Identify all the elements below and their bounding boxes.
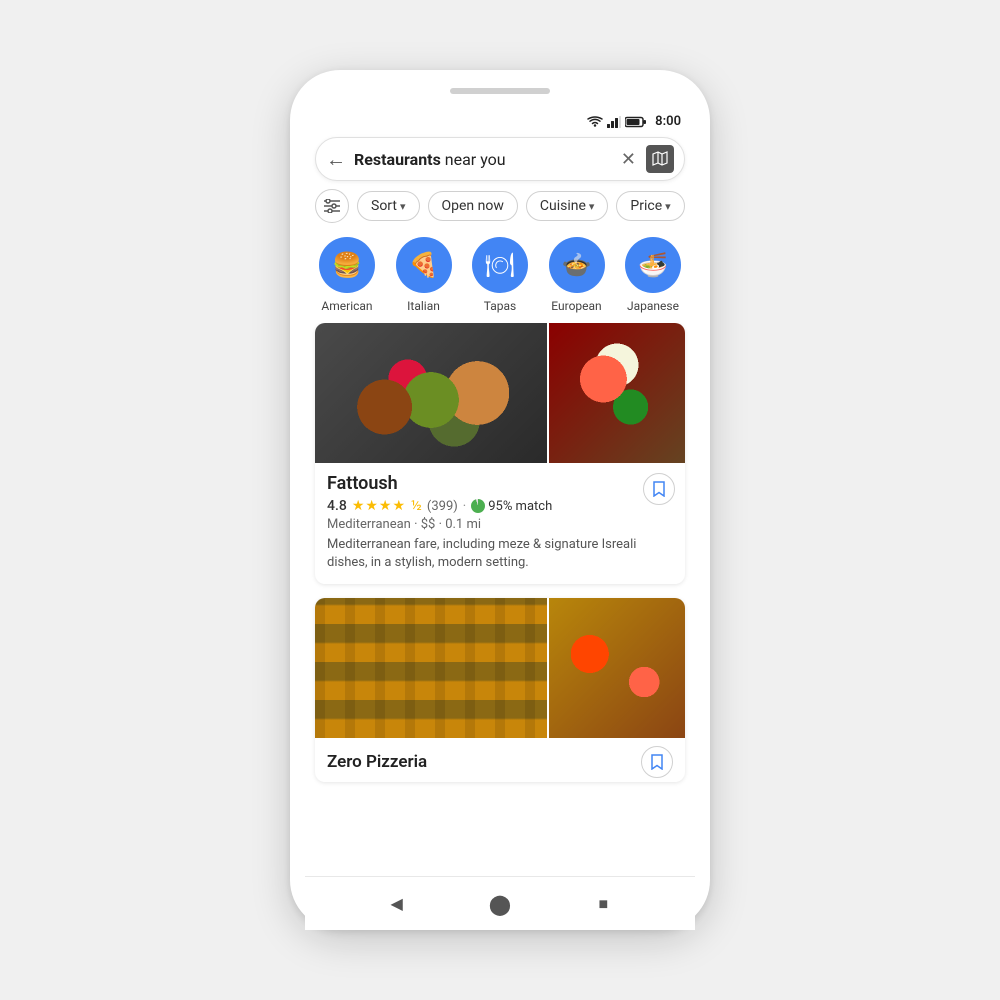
category-european[interactable]: 🍲 European [545,237,609,313]
match-circle-icon [471,499,485,513]
category-tapas-label: Tapas [484,299,516,313]
fattoush-match: 95% match [471,499,552,514]
bookmark-icon [652,481,666,497]
bookmark-icon-2 [650,754,664,770]
bottom-nav: ◀ ⬤ ■ [305,876,695,930]
category-tapas[interactable]: 🍽 Tapas [468,237,532,313]
cuisine-chip-arrow: ▾ [589,200,595,213]
zero-pizzeria-food-photo-1 [315,598,547,738]
search-query-bold: Restaurants [354,150,441,169]
sort-chip-arrow: ▾ [400,200,406,213]
fattoush-main-image [315,323,547,463]
zero-pizzeria-name: Zero Pizzeria [327,752,427,772]
nav-recent-button[interactable]: ■ [588,889,618,919]
price-chip-arrow: ▾ [665,200,671,213]
restaurant-card-fattoush[interactable]: Fattoush 4.8 ★★★★ ½ (399) · 95% match Med… [315,323,685,584]
cuisine-chip-label: Cuisine [540,198,586,214]
fattoush-food-photo-2 [549,323,685,463]
search-query: Restaurants near you [354,150,613,169]
open-now-chip-label: Open now [442,198,504,214]
category-european-circle: 🍲 [549,237,605,293]
search-query-rest: near you [441,150,506,169]
bookmark-button-fattoush[interactable] [643,473,675,505]
fattoush-rating-row: 4.8 ★★★★ ½ (399) · 95% match [327,498,673,514]
fattoush-side-image [549,323,685,463]
fattoush-food-photo-1 [315,323,547,463]
category-japanese-label: Japanese [627,299,679,313]
fattoush-images [315,323,685,463]
bookmark-button-zero-pizzeria[interactable] [641,746,673,778]
fattoush-stars: ★★★★ [352,498,406,514]
signal-icon [607,116,621,128]
zero-pizzeria-side-image [549,598,685,738]
sort-chip-label: Sort [371,198,397,214]
search-actions: ✕ [621,145,674,173]
zero-pizzeria-food-photo-2 [549,598,685,738]
fattoush-name: Fattoush [327,473,673,494]
fattoush-rating-num: 4.8 [327,498,347,514]
price-chip[interactable]: Price ▾ [616,191,684,221]
phone-notch [450,88,550,94]
zero-pizzeria-images [315,598,685,738]
fattoush-dot: · [463,499,466,514]
fattoush-distance: 0.1 mi [445,517,481,532]
category-italian-label: Italian [407,299,440,313]
category-japanese-circle: 🍜 [625,237,681,293]
nav-back-button[interactable]: ◀ [382,889,412,919]
fattoush-price: $$ [421,517,436,532]
cuisine-chip[interactable]: Cuisine ▾ [526,191,609,221]
status-bar: 8:00 [305,108,695,133]
tapas-icon: 🍽 [485,251,515,279]
price-chip-label: Price [630,198,662,214]
zero-pizzeria-main-image [315,598,547,738]
burger-icon: 🍔 [332,251,362,279]
category-italian[interactable]: 🍕 Italian [392,237,456,313]
fattoush-description: Mediterranean fare, including meze & sig… [327,536,673,572]
fattoush-reviews: (399) [427,499,458,514]
european-icon: 🍲 [562,251,592,279]
status-time: 8:00 [655,114,681,129]
search-bar: ← Restaurants near you ✕ [315,137,685,181]
battery-icon [625,116,647,128]
nav-home-button[interactable]: ⬤ [485,889,515,919]
fattoush-cuisine: Mediterranean [327,517,411,532]
fattoush-match-text: 95% match [488,499,552,514]
status-icons: 8:00 [587,114,681,129]
pizza-icon: 🍕 [409,251,439,279]
japanese-icon: 🍜 [638,251,668,279]
tune-button[interactable] [315,189,349,223]
sort-chip[interactable]: Sort ▾ [357,191,420,221]
category-american[interactable]: 🍔 American [315,237,379,313]
tune-icon [324,199,340,213]
results-area: Fattoush 4.8 ★★★★ ½ (399) · 95% match Med… [305,323,695,876]
map-button[interactable] [646,145,674,173]
filter-row: Sort ▾ Open now Cuisine ▾ Price ▾ [305,189,695,233]
category-japanese[interactable]: 🍜 Japanese [621,237,685,313]
home-nav-icon: ⬤ [489,892,511,916]
category-tapas-circle: 🍽 [472,237,528,293]
fattoush-meta: Mediterranean · $$ · 0.1 mi [327,517,673,532]
fattoush-info: Fattoush 4.8 ★★★★ ½ (399) · 95% match Med… [315,463,685,584]
wifi-icon [587,116,603,128]
back-button[interactable]: ← [326,147,346,172]
category-american-circle: 🍔 [319,237,375,293]
phone-frame: 8:00 ← Restaurants near you ✕ [290,70,710,930]
open-now-chip[interactable]: Open now [428,191,518,221]
zero-pizzeria-info-row: Zero Pizzeria [315,738,685,782]
category-italian-circle: 🍕 [396,237,452,293]
fattoush-half-star: ½ [411,498,422,514]
category-european-label: European [551,299,601,313]
clear-button[interactable]: ✕ [621,149,636,170]
back-nav-icon: ◀ [391,894,403,913]
category-row: 🍔 American 🍕 Italian 🍽 Tapas 🍲 [305,233,695,323]
category-american-label: American [321,299,372,313]
restaurant-card-zero-pizzeria[interactable]: Zero Pizzeria [315,598,685,782]
recent-nav-icon: ■ [598,894,608,914]
map-icon [652,151,668,167]
phone-screen: 8:00 ← Restaurants near you ✕ [305,108,695,930]
